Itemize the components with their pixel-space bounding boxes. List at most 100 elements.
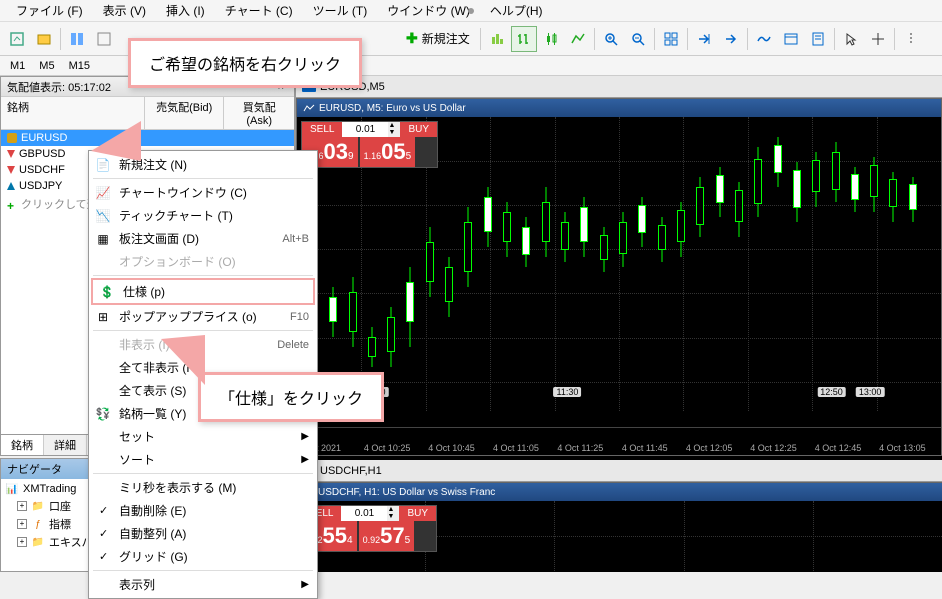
- check-icon: ✓: [99, 504, 108, 517]
- menu-file[interactable]: ファイル (F): [8, 0, 91, 21]
- tf-m5[interactable]: M5: [33, 59, 60, 73]
- chevron-right-icon: ▶: [301, 431, 309, 442]
- auto-scroll-icon[interactable]: [691, 26, 717, 52]
- ctx-columns[interactable]: 表示列 ▶: [89, 573, 317, 596]
- ctx-show-millis[interactable]: ミリ秒を表示する (M): [89, 476, 317, 499]
- depth-icon: ▦: [95, 231, 111, 247]
- symbols-icon: 💱: [95, 406, 111, 422]
- market-watch-icon[interactable]: [64, 26, 90, 52]
- spec-icon: 💲: [99, 284, 115, 300]
- col-bid[interactable]: 売気配(Bid): [145, 97, 224, 129]
- buy-button[interactable]: BUY: [400, 122, 437, 137]
- ctx-grid[interactable]: ✓ グリッド (G): [89, 545, 317, 568]
- symbol-icon: [7, 133, 17, 143]
- menu-tools[interactable]: ツール (T): [305, 0, 376, 21]
- menu-chart[interactable]: チャート (C): [217, 0, 301, 21]
- buy-button[interactable]: BUY: [399, 506, 436, 521]
- chart1-title: EURUSD, M5: Euro vs US Dollar: [297, 99, 941, 117]
- indicator-icon: ƒ: [31, 517, 45, 531]
- menu-insert[interactable]: 挿入 (I): [158, 0, 213, 21]
- one-click-panel-2: SELL ▲▼ BUY 0.92 55 4: [300, 505, 437, 552]
- chevron-right-icon: ▶: [301, 454, 309, 465]
- ctx-tick-chart[interactable]: 📉 ティックチャート (T): [89, 204, 317, 227]
- window-handle-icon: [468, 8, 474, 14]
- templates-icon[interactable]: [805, 26, 831, 52]
- vline-icon[interactable]: [898, 26, 924, 52]
- sell-button[interactable]: SELL: [302, 122, 342, 137]
- tf-m1[interactable]: M1: [4, 59, 31, 73]
- chart2-window[interactable]: USDCHF, H1: US Dollar vs Swiss Franc SEL…: [296, 482, 942, 572]
- time-mark: 13:00: [856, 387, 885, 397]
- indicators-icon[interactable]: [751, 26, 777, 52]
- new-chart-icon[interactable]: [4, 26, 30, 52]
- expand-icon[interactable]: +: [17, 519, 27, 529]
- periods-icon[interactable]: [778, 26, 804, 52]
- one-click-panel: SELL ▲▼ BUY 1.16 03 9 1.16 05: [301, 121, 438, 168]
- ctx-popup-prices[interactable]: ⊞ ポップアッププライス (o) F10: [89, 305, 317, 328]
- check-icon: ✓: [99, 550, 108, 563]
- time-mark: 12:50: [817, 387, 846, 397]
- market-watch-header: 銘柄 売気配(Bid) 買気配(Ask): [1, 97, 294, 130]
- chart-shift-icon[interactable]: [718, 26, 744, 52]
- ctx-specification[interactable]: 💲 仕様 (p): [91, 278, 315, 305]
- menubar: ファイル (F) 表示 (V) 挿入 (I) チャート (C) ツール (T) …: [0, 0, 942, 22]
- chart-window-icon: 📈: [95, 185, 111, 201]
- ctx-sets[interactable]: セット ▶: [89, 425, 317, 448]
- chart-bars-icon[interactable]: [511, 26, 537, 52]
- data-window-icon[interactable]: [91, 26, 117, 52]
- chart2-tab[interactable]: USDCHF,H1: [296, 460, 942, 482]
- chart1-tab[interactable]: EURUSD,M5: [296, 76, 942, 98]
- buy-price[interactable]: 1.16 05 5: [360, 137, 416, 167]
- ctx-option-board: オプションボード (O): [89, 250, 317, 273]
- zoom-in-icon[interactable]: [598, 26, 624, 52]
- menu-window[interactable]: ウインドウ (W): [379, 0, 478, 21]
- profiles-icon[interactable]: [31, 26, 57, 52]
- buy-price[interactable]: 0.92 57 5: [359, 521, 415, 551]
- crosshair-icon[interactable]: [865, 26, 891, 52]
- symbol-up-icon: [7, 182, 15, 190]
- folder-icon: 📁: [31, 499, 45, 513]
- ctx-chart-window[interactable]: 📈 チャートウインドウ (C): [89, 181, 317, 204]
- popup-icon: ⊞: [95, 309, 111, 325]
- ctx-sort[interactable]: ソート ▶: [89, 448, 317, 471]
- time-axis: Oct 2021 4 Oct 10:25 4 Oct 10:45 4 Oct 1…: [297, 427, 941, 455]
- symbol-down-icon: [7, 166, 15, 174]
- callout-right-click: ご希望の銘柄を右クリック: [128, 38, 362, 88]
- chart2-title: USDCHF, H1: US Dollar vs Swiss Franc: [296, 483, 942, 501]
- autotrade-icon[interactable]: [484, 26, 510, 52]
- lot-spinner[interactable]: ▲▼: [387, 506, 399, 521]
- lot-input[interactable]: [341, 506, 387, 521]
- app-icon: 📊: [5, 482, 19, 496]
- tile-windows-icon[interactable]: [658, 26, 684, 52]
- lot-input[interactable]: [342, 122, 388, 137]
- menu-view[interactable]: 表示 (V): [95, 0, 154, 21]
- chart1-window[interactable]: EURUSD, M5: Euro vs US Dollar: [296, 98, 942, 456]
- symbol-down-icon: [7, 150, 15, 158]
- chart-line-icon[interactable]: [565, 26, 591, 52]
- expand-icon[interactable]: +: [17, 537, 27, 547]
- plus-icon: +: [7, 199, 17, 209]
- plus-icon: ✚: [406, 30, 418, 47]
- cursor-icon[interactable]: [838, 26, 864, 52]
- new-order-button[interactable]: ✚ 新規注文: [399, 27, 477, 50]
- tick-chart-icon: 📉: [95, 208, 111, 224]
- tab-symbols[interactable]: 銘柄: [1, 435, 44, 455]
- tf-m15[interactable]: M15: [63, 59, 96, 73]
- chart-candles-icon[interactable]: [538, 26, 564, 52]
- folder-icon: 📁: [31, 535, 45, 549]
- col-ask[interactable]: 買気配(Ask): [224, 97, 294, 129]
- chart-area: EURUSD,M5 EURUSD, M5: Euro vs US Dollar: [296, 76, 942, 572]
- zoom-out-icon[interactable]: [625, 26, 651, 52]
- menu-help[interactable]: ヘルプ(H): [482, 0, 551, 21]
- new-order-label: 新規注文: [422, 30, 470, 47]
- ctx-depth[interactable]: ▦ 板注文画面 (D) Alt+B: [89, 227, 317, 250]
- symbol-row-eurusd[interactable]: EURUSD: [1, 130, 294, 146]
- ctx-auto-arrange[interactable]: ✓ 自動整列 (A): [89, 522, 317, 545]
- tab-details[interactable]: 詳細: [44, 435, 87, 455]
- check-icon: ✓: [99, 527, 108, 540]
- callout-click-spec: 「仕様」をクリック: [198, 372, 384, 422]
- ctx-auto-delete[interactable]: ✓ 自動削除 (E): [89, 499, 317, 522]
- expand-icon[interactable]: +: [17, 501, 27, 511]
- lot-spinner[interactable]: ▲▼: [388, 122, 400, 137]
- time-mark: 11:30: [554, 387, 582, 397]
